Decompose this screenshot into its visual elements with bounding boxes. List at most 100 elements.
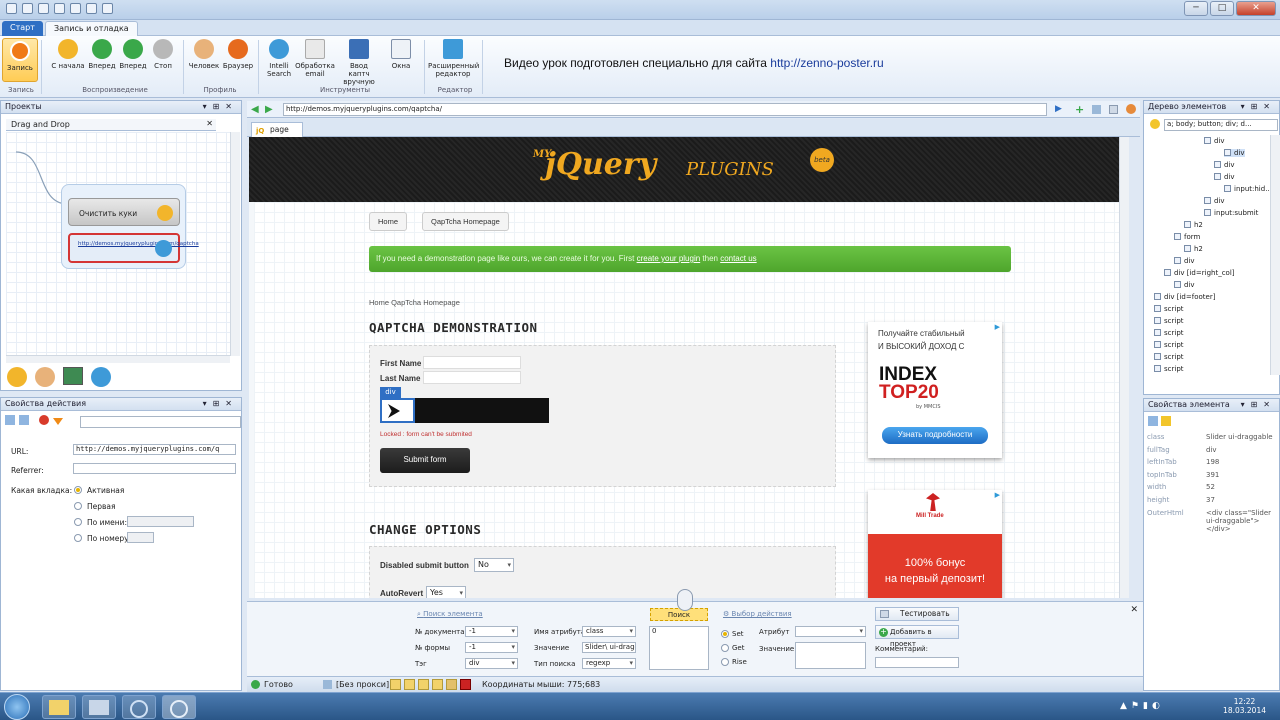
promo-link[interactable]: http://zenno-poster.ru: [770, 56, 883, 70]
panel-buttons[interactable]: ▾⊞✕: [203, 398, 238, 410]
tree-node[interactable]: div: [1214, 161, 1235, 169]
paste-icon[interactable]: [102, 3, 113, 14]
advanced-editor-button[interactable]: Расширенный редактор: [428, 39, 479, 78]
record-button[interactable]: Запись: [2, 38, 38, 82]
tab-name-input[interactable]: [127, 516, 194, 527]
tree-node[interactable]: script: [1154, 365, 1184, 373]
captcha-input-button[interactable]: Ввод каптч вручную: [339, 39, 379, 86]
browser-button[interactable]: Браузер: [218, 39, 258, 70]
tree-node[interactable]: form: [1174, 233, 1200, 241]
close-button[interactable]: ✕: [1236, 1, 1276, 16]
close-icon[interactable]: ✕: [1130, 605, 1138, 615]
tree-node[interactable]: script: [1154, 353, 1184, 361]
doc-number-select[interactable]: -1: [465, 626, 518, 637]
qaptcha-slider-handle[interactable]: [380, 398, 415, 423]
windows-button[interactable]: Окна: [381, 39, 421, 70]
save-icon[interactable]: [38, 3, 49, 14]
value-input[interactable]: Slider\ ui-dragga: [582, 642, 636, 653]
page-scrollbar[interactable]: [1119, 137, 1129, 598]
close-icon[interactable]: ✕: [206, 119, 213, 128]
action-choice-link[interactable]: ⚙ Выбор действия: [723, 610, 792, 618]
first-name-input[interactable]: [423, 356, 521, 369]
taskbar-explorer[interactable]: [42, 695, 76, 719]
tree-node[interactable]: div: [1214, 173, 1235, 181]
test-button[interactable]: Тестировать: [875, 607, 959, 621]
tab-record-debug[interactable]: Запись и отладка: [45, 21, 138, 36]
action-value-input[interactable]: [795, 642, 866, 669]
start-orb[interactable]: [4, 694, 30, 720]
email-processing-button[interactable]: Обработка email: [295, 39, 335, 78]
action-node-clear-cookies[interactable]: Очистить куки: [68, 198, 180, 226]
intelli-search-button[interactable]: Intelli Search: [259, 39, 299, 78]
element-path-input[interactable]: a; body; button; div; d...: [1164, 119, 1278, 131]
grid-icon[interactable]: [1092, 105, 1101, 114]
ad-mill-trade[interactable]: ▶ Mill Trade 100% бонус на первый депози…: [868, 490, 1002, 598]
tree-node[interactable]: div: [1174, 281, 1195, 289]
taskbar-zennoposter[interactable]: [162, 695, 196, 719]
nav-home[interactable]: Home: [369, 212, 408, 231]
tool-icon[interactable]: [432, 679, 443, 690]
ad-index-top20[interactable]: ▶ Получайте стабильный И ВЫСОКИЙ ДОХОД С…: [868, 322, 1002, 458]
panel-buttons[interactable]: ▾⊞✕: [203, 101, 238, 113]
intelli-search-icon[interactable]: [91, 367, 111, 387]
board-icon[interactable]: [63, 367, 83, 385]
lightning-icon[interactable]: [1161, 416, 1171, 426]
browser-tab-page[interactable]: jQ page: [251, 122, 303, 137]
panel-buttons[interactable]: ▾⊞✕: [1241, 101, 1276, 113]
project-canvas[interactable]: Очистить куки http://demos.myjqueryplugi…: [6, 132, 230, 356]
address-input[interactable]: http://demos.myjqueryplugins.com/qaptcha…: [283, 103, 1047, 116]
radio-rise[interactable]: [721, 658, 729, 666]
referrer-input[interactable]: [73, 463, 236, 474]
element-prop-row[interactable]: leftInTab 198: [1144, 457, 1279, 469]
tool-icon[interactable]: [446, 679, 457, 690]
tree-node[interactable]: div: [1174, 257, 1195, 265]
minimize-button[interactable]: ─: [1184, 1, 1208, 16]
element-prop-row[interactable]: fullTag div: [1144, 445, 1279, 457]
contact-us-link[interactable]: contact us: [720, 254, 756, 263]
add-icon[interactable]: +: [1075, 103, 1084, 116]
radio-set[interactable]: [721, 630, 729, 638]
element-prop-row[interactable]: OuterHtml <div class="Slider ui-draggable…: [1144, 508, 1279, 538]
status-proxy[interactable]: [Без прокси]: [336, 680, 389, 689]
ad1-cta-button[interactable]: Узнать подробности: [882, 427, 988, 444]
tray-icons[interactable]: ▲⚑▮◐: [1120, 701, 1180, 713]
qaptcha-slider-track[interactable]: [415, 398, 549, 423]
settings-icon[interactable]: [1126, 104, 1136, 114]
go-icon[interactable]: ▶: [1055, 104, 1062, 114]
page-icon[interactable]: [1109, 105, 1118, 114]
tree-node[interactable]: script: [1154, 341, 1184, 349]
add-to-project-button[interactable]: + Добавить в проект: [875, 625, 959, 648]
bulb-icon[interactable]: [1150, 119, 1160, 129]
tree-node[interactable]: input:submit: [1204, 209, 1258, 217]
nav-qaptcha-homepage[interactable]: QapTcha Homepage: [422, 212, 509, 231]
search-result-list[interactable]: 0: [649, 626, 709, 670]
panel-buttons[interactable]: ▾⊞✕: [1241, 399, 1276, 411]
open-icon[interactable]: [22, 3, 33, 14]
element-prop-row[interactable]: topInTab 391: [1144, 470, 1279, 482]
tree-scrollbar[interactable]: [1270, 135, 1280, 375]
tree-node[interactable]: div: [1204, 137, 1225, 145]
new-icon[interactable]: [6, 3, 17, 14]
attribute-name-select[interactable]: class: [582, 626, 636, 637]
url-input[interactable]: http://demos.myjqueryplugins.com/q: [73, 444, 236, 455]
comment-input[interactable]: [875, 657, 959, 668]
attribute-select[interactable]: [795, 626, 866, 637]
tab-number-input[interactable]: [127, 532, 154, 543]
tree-node[interactable]: div: [1204, 197, 1225, 205]
element-prop-row[interactable]: width 52: [1144, 482, 1279, 494]
save-all-icon[interactable]: [54, 3, 65, 14]
forward-icon[interactable]: ▶: [265, 104, 273, 115]
autorevert-select[interactable]: Yes: [426, 586, 466, 598]
search-button[interactable]: Поиск: [650, 608, 708, 621]
arrow-down-icon[interactable]: [53, 418, 63, 425]
undo-icon[interactable]: [70, 3, 81, 14]
clock[interactable]: 12:22 18.03.2014: [1223, 697, 1266, 715]
tree-node[interactable]: h2: [1184, 245, 1203, 253]
tree-node[interactable]: script: [1154, 317, 1184, 325]
search-type-select[interactable]: regexp: [582, 658, 636, 669]
back-icon[interactable]: ◀: [251, 104, 259, 115]
tab-start[interactable]: Старт: [2, 21, 43, 36]
radio-by-number[interactable]: [74, 534, 82, 542]
form-number-select[interactable]: -1: [465, 642, 518, 653]
taskbar-computer[interactable]: [82, 695, 116, 719]
